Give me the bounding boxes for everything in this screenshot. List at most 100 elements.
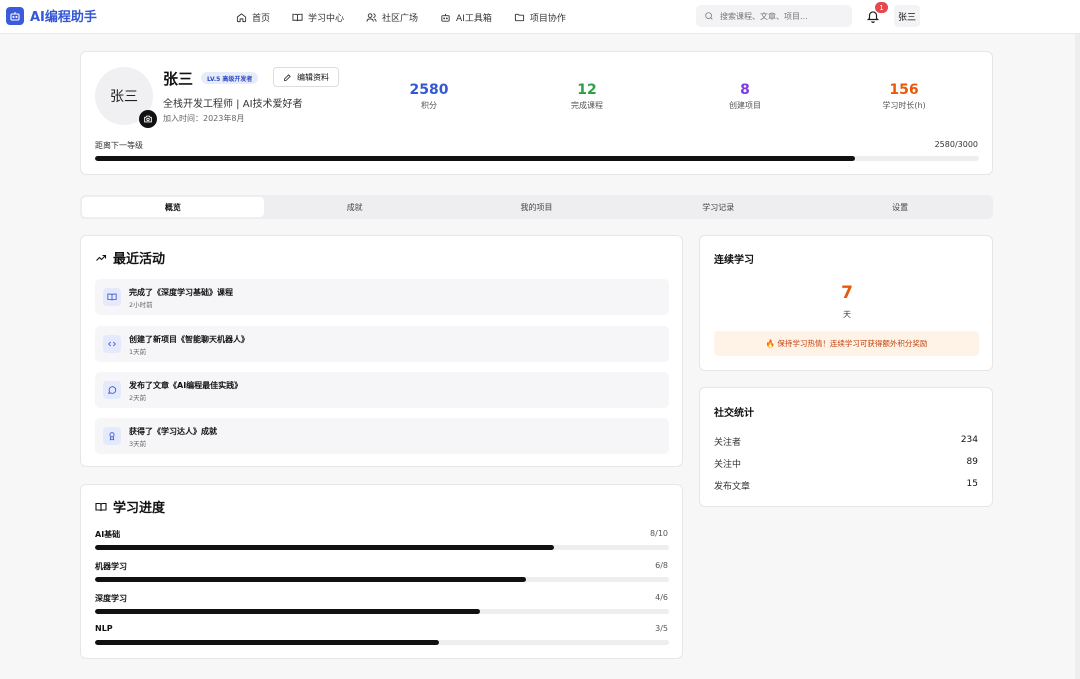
stat-hours: 156 学习时长(h) [854, 82, 954, 111]
learning-title: 学习进度 [95, 497, 165, 516]
award-icon [103, 427, 121, 445]
streak-tip: 🔥 保持学习热情！连续学习可获得额外积分奖励 [714, 331, 979, 356]
search-box[interactable] [696, 5, 852, 27]
learning-progress-card: 学习进度 AI基础 8/10 机器学习 6/8 深度学习 4/6 NLP 3/5 [80, 484, 683, 659]
stat-value: 156 [889, 82, 919, 98]
stat-value: 2580 [409, 82, 449, 98]
course-progress-bar [95, 577, 669, 582]
activity-item[interactable]: 创建了新项目《智能聊天机器人》 1天前 [95, 326, 669, 362]
top-navbar: AI编程助手 首页 学习中心 社区广场 AI工具箱 项目协作 1 张三 [0, 0, 1080, 34]
nav-item-community[interactable]: 社区广场 [366, 11, 418, 24]
course-name: AI基础 [95, 530, 121, 539]
activity-time: 2天前 [129, 394, 147, 402]
progress-fill [95, 640, 440, 645]
activity-title-text: 发布了文章《AI编程最佳实践》 [129, 381, 243, 390]
tab-settings[interactable]: 设置 [809, 197, 991, 217]
social-stat-value: 15 [966, 479, 978, 489]
stat-courses: 12 完成课程 [537, 82, 637, 111]
app-name: AI编程助手 [30, 10, 97, 25]
activity-time: 3天前 [129, 440, 147, 448]
activity-title-text: 获得了《学习达人》成就 [129, 427, 217, 436]
nav-item-home[interactable]: 首页 [236, 11, 270, 24]
streak-card: 连续学习 7 天 🔥 保持学习热情！连续学习可获得额外积分奖励 [699, 235, 993, 371]
stat-label: 创建项目 [729, 101, 761, 110]
book-icon [103, 288, 121, 306]
search-input[interactable] [720, 11, 840, 21]
streak-unit: 天 [843, 310, 851, 319]
change-avatar-button[interactable] [139, 110, 157, 128]
activity-time: 2小时前 [129, 301, 153, 309]
main-nav: 首页 学习中心 社区广场 AI工具箱 项目协作 [236, 0, 566, 34]
join-date: 加入时间：2023年8月 [163, 114, 245, 123]
social-stats-card: 社交统计 关注者 234 关注中 89 发布文章 15 [699, 387, 993, 507]
social-title: 社交统计 [714, 408, 754, 419]
tab-achievements[interactable]: 成就 [264, 197, 446, 217]
nav-item-projects[interactable]: 项目协作 [514, 11, 566, 24]
stat-label: 完成课程 [571, 101, 603, 110]
nav-label: AI工具箱 [456, 13, 492, 24]
progress-fill [95, 545, 555, 550]
course-progress-bar [95, 545, 669, 550]
trending-up-icon [96, 254, 107, 261]
code-icon [103, 335, 121, 353]
stat-projects: 8 创建项目 [695, 82, 795, 111]
course-progress-bar [95, 640, 669, 645]
profile-card: 张三 张三 LV.5 高级开发者 编辑资料 全栈开发工程师 | AI技术爱好者 … [80, 51, 993, 175]
bot-icon [6, 6, 24, 25]
nav-item-ai-tools[interactable]: AI工具箱 [440, 11, 492, 24]
profile-tabs: 概览 成就 我的项目 学习记录 设置 [80, 195, 993, 219]
social-stat-label: 发布文章 [714, 482, 751, 492]
search-icon [705, 12, 713, 20]
nav-item-learning[interactable]: 学习中心 [292, 11, 344, 24]
nav-label: 社区广场 [382, 13, 419, 24]
nav-label: 项目协作 [529, 13, 566, 24]
social-stat-label: 关注中 [714, 460, 742, 470]
activity-time: 1天前 [129, 348, 147, 356]
tab-overview[interactable]: 概览 [82, 197, 264, 217]
course-name: 机器学习 [95, 562, 127, 571]
profile-description: 全栈开发工程师 | AI技术爱好者 [163, 99, 303, 110]
tab-my-projects[interactable]: 我的项目 [446, 197, 628, 217]
social-stat-value: 234 [960, 435, 978, 445]
book-icon [292, 13, 303, 21]
scrollbar[interactable] [1075, 34, 1080, 679]
nav-label: 首页 [252, 13, 271, 24]
recent-activity-card: 最近活动 完成了《深度学习基础》课程 2小时前 创建了新项目《智能聊天机器人》 … [80, 235, 683, 467]
edit-profile-label: 编辑资料 [297, 72, 329, 82]
activity-item[interactable]: 发布了文章《AI编程最佳实践》 2天前 [95, 372, 669, 408]
user-menu-button[interactable]: 张三 [894, 5, 920, 27]
stat-value: 8 [740, 82, 750, 98]
course-progress-bar [95, 609, 669, 614]
stat-points: 2580 积分 [379, 82, 479, 111]
progress-fill [95, 609, 480, 614]
activity-item[interactable]: 完成了《深度学习基础》课程 2小时前 [95, 279, 669, 315]
course-name: NLP [95, 624, 113, 633]
next-level-label: 距离下一等级 [95, 141, 143, 150]
course-name: 深度学习 [95, 594, 127, 603]
home-icon [236, 12, 247, 22]
app-logo[interactable]: AI编程助手 [6, 6, 97, 25]
activity-title-text: 创建了新项目《智能聊天机器人》 [129, 335, 249, 344]
stat-label: 积分 [421, 101, 437, 110]
folder-icon [514, 13, 524, 21]
activity-title: 最近活动 [95, 248, 165, 267]
stat-value: 12 [577, 82, 597, 98]
profile-name: 张三 [163, 70, 194, 88]
stat-label: 学习时长(h) [882, 101, 926, 110]
camera-icon [144, 115, 152, 123]
streak-title: 连续学习 [714, 255, 754, 266]
tab-learning-records[interactable]: 学习记录 [627, 197, 809, 217]
progress-fill [95, 577, 526, 582]
streak-days: 7 [841, 283, 853, 303]
users-icon [366, 12, 377, 22]
message-icon [103, 381, 121, 399]
social-stat-value: 89 [966, 457, 978, 467]
level-badge: LV.5 高级开发者 [201, 72, 259, 84]
edit-profile-button[interactable]: 编辑资料 [273, 67, 339, 87]
notification-badge: 1 [875, 2, 888, 13]
course-progress-value: 3/5 [655, 624, 668, 633]
activity-item[interactable]: 获得了《学习达人》成就 3天前 [95, 418, 669, 454]
edit-icon [284, 73, 291, 81]
progress-fill [95, 156, 856, 161]
course-progress-value: 4/6 [655, 593, 668, 602]
